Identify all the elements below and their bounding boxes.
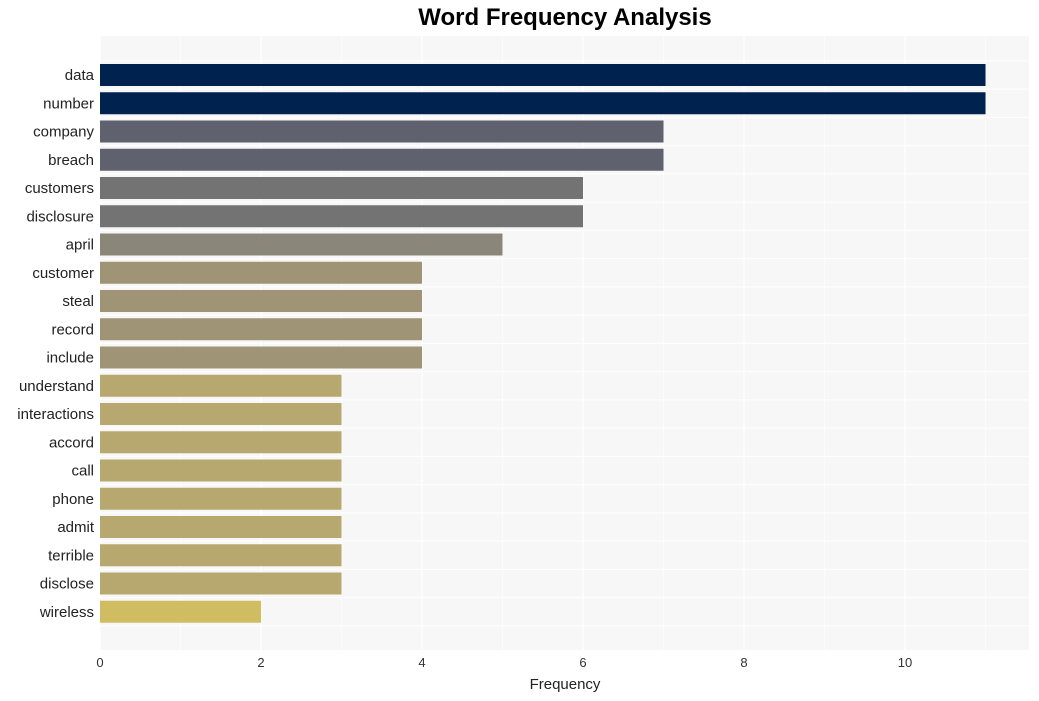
bar-steal [100, 290, 423, 312]
bar-breach [100, 148, 664, 171]
category-label: terrible [48, 547, 94, 564]
x-tick-label: 6 [579, 655, 586, 670]
x-tick-label: 4 [418, 655, 425, 670]
category-label: data [65, 67, 95, 84]
bar-interactions [100, 403, 342, 425]
category-label: wireless [39, 604, 94, 621]
category-labels: data number company breach customers disclosu… [17, 67, 95, 621]
bar-understand [100, 374, 342, 397]
category-label: disclose [40, 576, 94, 593]
bar-accord [100, 431, 342, 454]
bar-chart: data number company breach customers disclosu… [17, 36, 1029, 693]
category-label: number [43, 95, 94, 112]
bar-april [100, 233, 503, 256]
bar-disclosure [100, 205, 584, 228]
x-tick-label: 0 [96, 655, 103, 670]
x-tick-label: 10 [898, 655, 912, 670]
x-tick-label: 2 [257, 655, 264, 670]
category-label: steal [62, 293, 94, 310]
category-label: include [46, 350, 94, 367]
category-label: breach [48, 152, 94, 169]
bar-include [100, 346, 423, 369]
bar-company [100, 120, 664, 143]
category-label: customer [32, 265, 94, 282]
x-tick-label: 8 [740, 655, 747, 670]
category-label: record [51, 321, 94, 338]
x-tick-labels: 0 2 4 6 8 10 [96, 655, 912, 670]
bar-number [100, 92, 986, 115]
category-label: april [66, 237, 94, 254]
category-label: interactions [17, 406, 94, 423]
bar-customers [100, 177, 584, 199]
bar-disclose [100, 572, 342, 595]
category-label: understand [19, 378, 94, 395]
bar-record [100, 318, 423, 341]
bar-customer [100, 261, 423, 284]
bar-admit [100, 516, 342, 538]
x-axis-label: Frequency [530, 676, 601, 693]
category-label: accord [49, 434, 94, 451]
bar-phone [100, 487, 342, 510]
bar-data [100, 64, 986, 86]
category-label: disclosure [26, 208, 94, 225]
category-label: call [71, 463, 94, 480]
category-label: admit [57, 519, 95, 536]
bar-wireless [100, 600, 262, 623]
bar-terrible [100, 544, 342, 567]
category-label: customers [25, 180, 94, 197]
category-label: company [33, 124, 94, 141]
category-label: phone [52, 491, 94, 508]
bar-call [100, 459, 342, 482]
